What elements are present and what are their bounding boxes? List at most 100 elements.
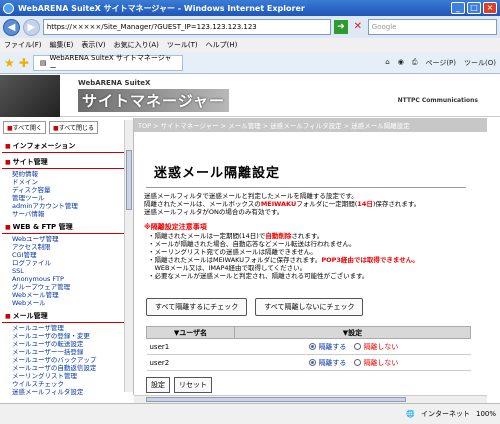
menu-bar: ファイル(F) 編集(E) 表示(V) お気に入り(A) ツール(T) ヘルプ(… xyxy=(0,38,500,52)
check-all-no-quarantine-button[interactable]: すべて隔離しないにチェック xyxy=(255,298,364,316)
quarantine-label: 隔離する xyxy=(318,358,347,367)
quarantine-radio[interactable] xyxy=(309,359,317,366)
url-field[interactable]: https://×××××/Site_Manager/?GUEST_IP=123… xyxy=(42,19,331,35)
ie-icon xyxy=(3,2,14,14)
no-quarantine-label: 隔離しない xyxy=(363,358,399,367)
user-name: user2 xyxy=(146,354,235,371)
go-icon[interactable]: ➜ xyxy=(333,20,348,34)
back-button[interactable]: ◀ xyxy=(3,18,20,36)
sidebar-item[interactable]: CGI管理 xyxy=(0,251,133,259)
stop-icon[interactable]: ✕ xyxy=(351,20,365,34)
sidebar-section[interactable]: インフォメーション xyxy=(2,140,131,153)
notes-list: ・隔離されたメールは一定期間(14日)で自動削除されます。 ・メールが隔離された… xyxy=(148,232,419,280)
sidebar-item[interactable]: Webユーザ管理 xyxy=(0,235,133,243)
sidebar-item[interactable]: メールユーザの転送設定 xyxy=(0,340,133,348)
submit-button[interactable]: 設定 xyxy=(146,377,170,393)
sidebar-item[interactable]: ウイルスチェック xyxy=(0,380,133,388)
sidebar-tree: インフォメーションサイト管理契約情報ドメインディスク容量管理ツールadminアカ… xyxy=(0,140,133,395)
quarantine-label: 隔離する xyxy=(318,342,347,351)
column-setting[interactable]: ▼設定 xyxy=(233,326,472,339)
sidebar-item[interactable]: Anonymous FTP xyxy=(0,275,133,283)
title-divider xyxy=(146,187,466,188)
reset-button[interactable]: リセット xyxy=(174,377,212,393)
page-favicon-icon: ▤ xyxy=(39,58,47,67)
sidebar-item[interactable]: ログファイル xyxy=(0,259,133,267)
main-content: TOP > サイトマネージャー > メール管理 > 迷惑メールフィルタ設定 > … xyxy=(134,118,487,395)
sidebar-section[interactable]: サイト管理 xyxy=(2,156,131,169)
banner-photo xyxy=(0,75,60,117)
user-name: user1 xyxy=(146,338,235,355)
setting-cell: 隔離する 隔離しない xyxy=(234,354,471,371)
sidebar-item[interactable]: adminアカウント管理 xyxy=(0,202,133,210)
menu-file[interactable]: ファイル(F) xyxy=(4,40,42,50)
forward-button[interactable]: ▶ xyxy=(22,18,40,36)
sidebar-item[interactable]: メールユーザの自動返信設定 xyxy=(0,364,133,372)
zone-label: インターネット xyxy=(420,410,470,418)
sidebar-item[interactable]: 契約情報 xyxy=(0,170,133,178)
sidebar-item[interactable]: Webメール xyxy=(0,299,133,307)
hscroll-thumb[interactable] xyxy=(146,397,406,402)
horizontal-scrollbar[interactable] xyxy=(134,395,487,403)
open-all-button[interactable]: ■すべて開く xyxy=(3,121,47,134)
quarantine-radio[interactable] xyxy=(309,343,317,350)
description: 迷惑メールフィルタで迷惑メールと判定したメールを隔離する設定です。 隔離されたメ… xyxy=(144,192,421,216)
menu-help[interactable]: ヘルプ(H) xyxy=(206,40,238,50)
sidebar-item[interactable]: アクセス制限 xyxy=(0,243,133,251)
sidebar-item[interactable]: メールユーザのバックアップ xyxy=(0,356,133,364)
rss-icon[interactable]: ◉ xyxy=(398,58,404,68)
page-title: 迷惑メール隔離設定 xyxy=(154,166,281,181)
provider-logo: NTTPC Communications xyxy=(397,97,478,104)
tab-bar: ★ ✚ ▤ WebARENA SuiteX サイトマネージャー ⌂ ◉ ⎙ ペー… xyxy=(0,52,500,74)
menu-view[interactable]: 表示(V) xyxy=(81,40,105,50)
no-quarantine-radio[interactable] xyxy=(354,343,362,350)
add-favorite-icon[interactable]: ✚ xyxy=(19,56,29,70)
brand-logo: WebARENA SuiteX xyxy=(78,79,151,87)
sidebar-section[interactable]: WEB & FTP 管理 xyxy=(2,221,131,234)
close-all-button[interactable]: ■すべて閉じる xyxy=(49,121,99,134)
tab-label: WebARENA SuiteX サイトマネージャー xyxy=(49,53,172,72)
no-quarantine-label: 隔離しない xyxy=(363,342,399,351)
maximize-button[interactable]: □ xyxy=(467,2,481,14)
window-titlebar: WebARENA SuiteX サイトマネージャー - Windows Inte… xyxy=(0,0,500,16)
sidebar-item[interactable]: ディスク容量 xyxy=(0,186,133,194)
favorites-star-icon[interactable]: ★ xyxy=(4,56,15,70)
home-icon[interactable]: ⌂ xyxy=(385,58,389,68)
no-quarantine-radio[interactable] xyxy=(354,359,362,366)
sidebar-item[interactable]: メールユーザー一括登録 xyxy=(0,348,133,356)
setting-cell: 隔離する 隔離しない xyxy=(234,338,471,355)
check-all-quarantine-button[interactable]: すべて隔離するにチェック xyxy=(146,298,248,316)
tools-menu[interactable]: ツール(O) xyxy=(464,58,496,68)
sidebar-item[interactable]: SSL xyxy=(0,267,133,275)
sidebar-item[interactable]: 迷惑メールフィルタ設定 xyxy=(0,388,133,395)
banner-title: サイトマネージャー xyxy=(78,89,229,112)
sidebar-item[interactable]: Webメール管理 xyxy=(0,291,133,299)
sidebar-item[interactable]: メーリングリスト管理 xyxy=(0,372,133,380)
browser-tab[interactable]: ▤ WebARENA SuiteX サイトマネージャー xyxy=(32,53,183,72)
sidebar-item[interactable]: サーバ情報 xyxy=(0,210,133,218)
page-menu[interactable]: ページ(P) xyxy=(425,58,456,68)
table-row: user1 隔離する 隔離しない xyxy=(146,338,471,355)
sidebar-scrollbar[interactable] xyxy=(124,120,133,392)
menu-tools[interactable]: ツール(T) xyxy=(167,40,198,50)
sidebar-section[interactable]: メール管理 xyxy=(2,310,131,323)
close-button[interactable]: × xyxy=(483,2,497,14)
menu-favorites[interactable]: お気に入り(A) xyxy=(114,40,159,50)
sidebar-item[interactable]: メールユーザの登録・変更 xyxy=(0,332,133,340)
sidebar-item[interactable]: 管理ツール xyxy=(0,194,133,202)
zoom-label[interactable]: 100% xyxy=(476,410,496,418)
minimize-button[interactable]: _ xyxy=(451,2,465,14)
window-title: WebARENA SuiteX サイトマネージャー - Windows Inte… xyxy=(18,3,305,13)
address-bar: ◀ ▶ https://×××××/Site_Manager/?GUEST_IP… xyxy=(0,16,500,38)
search-input[interactable]: Google xyxy=(367,19,497,35)
sidebar-item[interactable]: メールユーザ管理 xyxy=(0,324,133,332)
site-banner: WebARENA SuiteX サイトマネージャー NTTPC Communic… xyxy=(0,75,500,117)
sidebar-item[interactable]: グループウェア管理 xyxy=(0,283,133,291)
sidebar-item[interactable]: ドメイン xyxy=(0,178,133,186)
column-user[interactable]: ▼ユーザ名 xyxy=(146,326,235,339)
table-row: user2 隔離する 隔離しない xyxy=(146,354,471,371)
print-icon[interactable]: ⎙ xyxy=(412,58,418,68)
menu-edit[interactable]: 編集(E) xyxy=(50,40,74,50)
user-settings-table: ▼ユーザ名 ▼設定 user1 隔離する 隔離しない user2 隔離する 隔離しない xyxy=(146,326,472,371)
scrollbar-thumb[interactable] xyxy=(126,150,132,210)
status-bar: 🌐 インターネット 100% xyxy=(0,403,500,424)
